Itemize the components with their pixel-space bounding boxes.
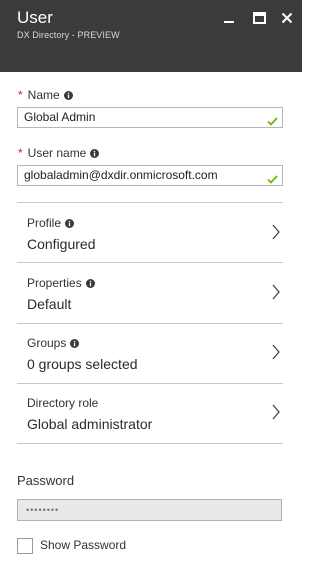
required-marker: * bbox=[18, 146, 23, 160]
groups-label-text: Groups bbox=[27, 336, 67, 350]
password-label: Password bbox=[17, 473, 75, 488]
show-password-label[interactable]: Show Password bbox=[40, 538, 126, 552]
properties-row-value: Default bbox=[27, 296, 72, 312]
username-label: * User name bbox=[18, 146, 100, 160]
chevron-right-icon bbox=[272, 404, 280, 425]
minimize-button[interactable] bbox=[221, 10, 237, 26]
chevron-right-icon bbox=[272, 224, 280, 245]
profile-label-text: Profile bbox=[27, 216, 62, 230]
checkmark-icon bbox=[267, 171, 278, 185]
checkmark-icon bbox=[267, 113, 278, 127]
name-input-value: Global Admin bbox=[24, 110, 96, 124]
info-icon[interactable] bbox=[65, 218, 75, 228]
username-label-text: User name bbox=[27, 146, 87, 160]
properties-row[interactable]: Properties Default bbox=[17, 263, 283, 324]
maximize-icon bbox=[252, 12, 266, 24]
info-icon[interactable] bbox=[85, 278, 95, 288]
properties-row-label: Properties bbox=[27, 276, 95, 290]
directory-role-row-value: Global administrator bbox=[27, 416, 153, 432]
groups-row-label: Groups bbox=[27, 336, 80, 350]
directory-role-row-label: Directory role bbox=[27, 396, 98, 410]
close-button[interactable] bbox=[279, 10, 295, 26]
name-label: * Name bbox=[18, 88, 73, 102]
required-marker: * bbox=[18, 88, 23, 102]
blade-subtitle: DX Directory - PREVIEW bbox=[17, 30, 120, 40]
properties-label-text: Properties bbox=[27, 276, 82, 290]
chevron-right-icon bbox=[272, 344, 280, 365]
blade-header: User DX Directory - PREVIEW bbox=[0, 0, 302, 72]
directory-role-label-text: Directory role bbox=[27, 396, 99, 410]
maximize-button[interactable] bbox=[251, 10, 267, 26]
groups-row-value: 0 groups selected bbox=[27, 356, 138, 372]
info-icon[interactable] bbox=[90, 148, 100, 158]
username-input-value: globaladmin@dxdir.onmicrosoft.com bbox=[24, 168, 218, 182]
password-input[interactable]: •••••••• bbox=[17, 499, 282, 521]
groups-row[interactable]: Groups 0 groups selected bbox=[17, 323, 283, 384]
directory-role-row[interactable]: Directory role Global administrator bbox=[17, 383, 283, 444]
info-icon[interactable] bbox=[63, 90, 73, 100]
profile-row[interactable]: Profile Configured bbox=[17, 202, 283, 263]
blade-title: User bbox=[17, 8, 53, 27]
name-input[interactable]: Global Admin bbox=[17, 107, 283, 128]
minimize-icon bbox=[223, 12, 235, 24]
chevron-right-icon bbox=[272, 284, 280, 305]
name-label-text: Name bbox=[27, 88, 60, 102]
show-password-checkbox[interactable] bbox=[17, 538, 33, 554]
info-icon[interactable] bbox=[70, 338, 80, 348]
close-icon bbox=[281, 12, 293, 24]
profile-row-label: Profile bbox=[27, 216, 75, 230]
profile-row-value: Configured bbox=[27, 236, 96, 252]
username-input[interactable]: globaladmin@dxdir.onmicrosoft.com bbox=[17, 165, 283, 186]
